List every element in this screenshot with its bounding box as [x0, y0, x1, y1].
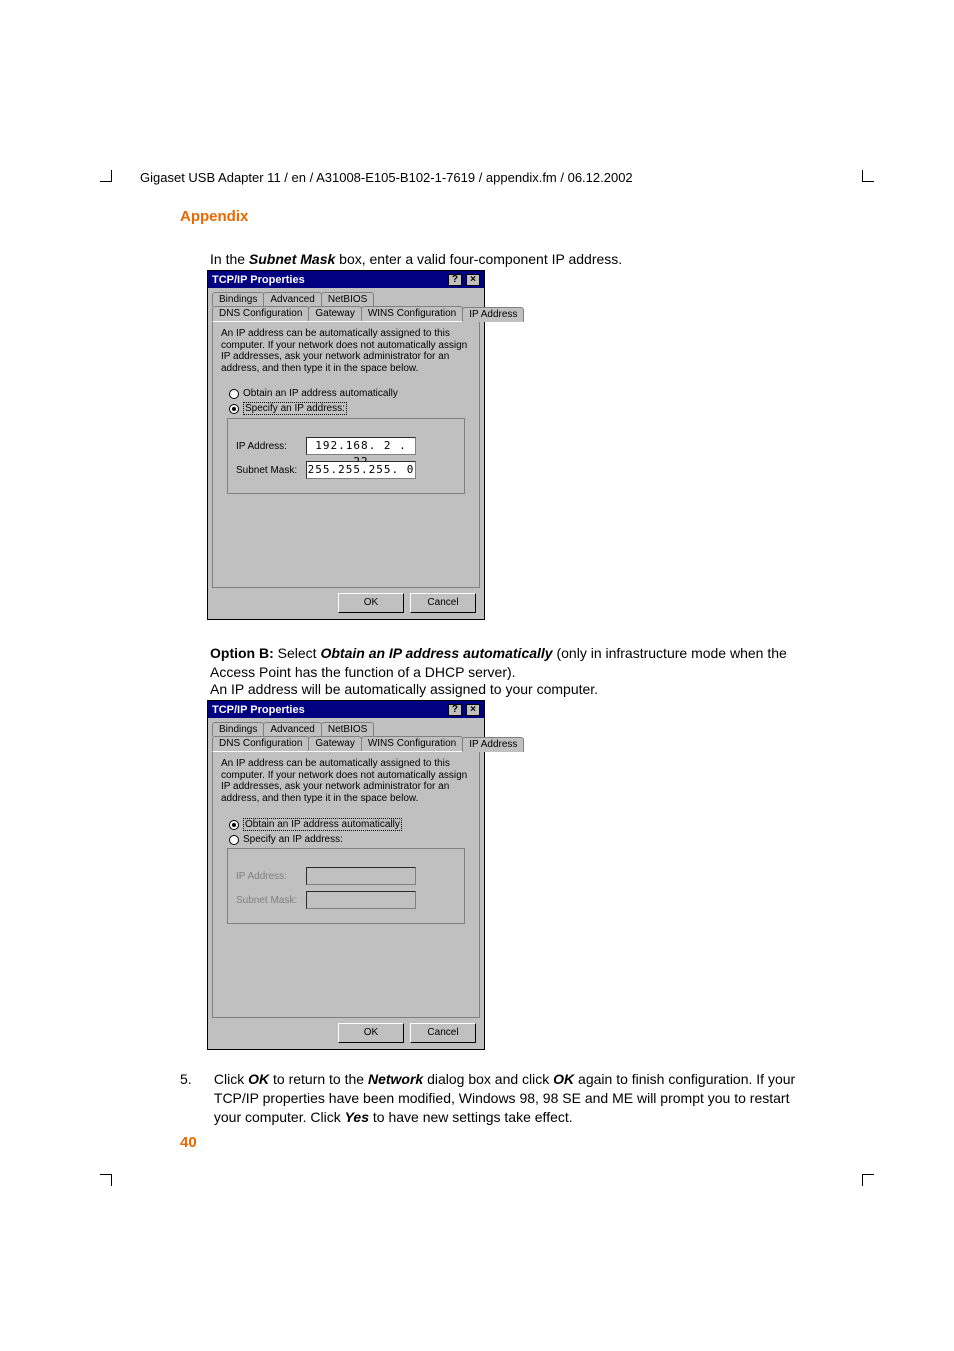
ip-address-panel: An IP address can be automatically assig…	[212, 751, 480, 1018]
subnet-mask-term: Subnet Mask	[249, 251, 335, 267]
tab-dns[interactable]: DNS Configuration	[212, 306, 309, 321]
ok-button[interactable]: OK	[338, 593, 404, 613]
step-number: 5.	[180, 1070, 210, 1089]
dialog-titlebar: TCP/IP Properties ? ×	[208, 271, 484, 288]
tab-advanced[interactable]: Advanced	[263, 292, 321, 306]
radio-label: Specify an IP address:	[243, 834, 343, 845]
subnet-mask-label: Subnet Mask:	[236, 465, 306, 476]
tab-row-1: Bindings Advanced NetBIOS	[208, 288, 484, 306]
subnet-mask-input[interactable]: 255.255.255. 0	[306, 461, 416, 479]
ip-address-label: IP Address:	[236, 441, 306, 452]
tab-bindings[interactable]: Bindings	[212, 722, 264, 736]
tab-gateway[interactable]: Gateway	[308, 736, 361, 751]
intro-text: In the Subnet Mask box, enter a valid fo…	[210, 250, 830, 269]
radio-label: Specify an IP address:	[243, 402, 347, 415]
panel-description: An IP address can be automatically assig…	[221, 328, 471, 374]
text: Click	[214, 1071, 248, 1087]
auto-assign-text: An IP address will be automatically assi…	[210, 680, 830, 699]
subnet-mask-label: Subnet Mask:	[236, 895, 306, 906]
dialog-titlebar: TCP/IP Properties ? ×	[208, 701, 484, 718]
help-icon[interactable]: ?	[448, 274, 462, 286]
ok-term: OK	[248, 1071, 269, 1087]
tab-bindings[interactable]: Bindings	[212, 292, 264, 306]
radio-specify-ip[interactable]: Specify an IP address:	[229, 402, 471, 415]
ip-address-label: IP Address:	[236, 871, 306, 882]
ip-address-input	[306, 867, 416, 885]
radio-specify-ip[interactable]: Specify an IP address:	[229, 834, 471, 845]
cancel-button[interactable]: Cancel	[410, 593, 476, 613]
network-term: Network	[368, 1071, 423, 1087]
crop-mark-icon	[862, 1174, 874, 1186]
radio-label: Obtain an IP address automatically	[243, 818, 402, 831]
tab-netbios[interactable]: NetBIOS	[321, 292, 374, 306]
yes-term: Yes	[345, 1109, 369, 1125]
panel-description: An IP address can be automatically assig…	[221, 758, 471, 804]
crop-mark-icon	[100, 170, 112, 182]
option-b-label: Option B:	[210, 645, 274, 661]
ip-address-panel: An IP address can be automatically assig…	[212, 321, 480, 588]
text: to have new settings take effect.	[369, 1109, 573, 1125]
tab-advanced[interactable]: Advanced	[263, 722, 321, 736]
page-number: 40	[180, 1134, 197, 1151]
text: Select	[274, 645, 321, 661]
close-icon[interactable]: ×	[466, 274, 480, 286]
text: dialog box and click	[423, 1071, 553, 1087]
tab-row-1: Bindings Advanced NetBIOS	[208, 718, 484, 736]
dialog-title: TCP/IP Properties	[212, 274, 305, 286]
crop-mark-icon	[862, 170, 874, 182]
subnet-mask-input	[306, 891, 416, 909]
tab-dns[interactable]: DNS Configuration	[212, 736, 309, 751]
tab-row-2: DNS Configuration Gateway WINS Configura…	[208, 736, 484, 751]
ip-field-group: IP Address: Subnet Mask:	[227, 848, 465, 924]
tab-wins[interactable]: WINS Configuration	[361, 736, 463, 751]
close-icon[interactable]: ×	[466, 704, 480, 716]
section-title: Appendix	[180, 208, 248, 225]
text: to return to the	[269, 1071, 368, 1087]
tab-ip-address[interactable]: IP Address	[462, 737, 524, 752]
option-b-text: Option B: Select Obtain an IP address au…	[210, 644, 830, 682]
tcpip-dialog-specify: TCP/IP Properties ? × Bindings Advanced …	[207, 270, 485, 620]
crop-mark-icon	[100, 1174, 112, 1186]
radio-obtain-auto[interactable]: Obtain an IP address automatically	[229, 388, 471, 399]
dialog-title: TCP/IP Properties	[212, 704, 305, 716]
text: In the	[210, 251, 249, 267]
tab-row-2: DNS Configuration Gateway WINS Configura…	[208, 306, 484, 321]
obtain-auto-term: Obtain an IP address automatically	[320, 645, 552, 661]
tcpip-dialog-auto: TCP/IP Properties ? × Bindings Advanced …	[207, 700, 485, 1050]
ip-address-input[interactable]: 192.168. 2 . 22	[306, 437, 416, 455]
ok-button[interactable]: OK	[338, 1023, 404, 1043]
tab-gateway[interactable]: Gateway	[308, 306, 361, 321]
step-5: 5. Click OK to return to the Network dia…	[180, 1070, 830, 1127]
help-icon[interactable]: ?	[448, 704, 462, 716]
cancel-button[interactable]: Cancel	[410, 1023, 476, 1043]
radio-obtain-auto[interactable]: Obtain an IP address automatically	[229, 818, 471, 831]
radio-icon	[229, 404, 239, 414]
tab-wins[interactable]: WINS Configuration	[361, 306, 463, 321]
text: box, enter a valid four-component IP add…	[335, 251, 622, 267]
ok-term: OK	[553, 1071, 574, 1087]
ip-field-group: IP Address: 192.168. 2 . 22 Subnet Mask:…	[227, 418, 465, 494]
radio-icon	[229, 389, 239, 399]
radio-icon	[229, 835, 239, 845]
document-path: Gigaset USB Adapter 11 / en / A31008-E10…	[140, 170, 633, 185]
radio-icon	[229, 820, 239, 830]
tab-netbios[interactable]: NetBIOS	[321, 722, 374, 736]
radio-label: Obtain an IP address automatically	[243, 388, 398, 399]
tab-ip-address[interactable]: IP Address	[462, 307, 524, 322]
